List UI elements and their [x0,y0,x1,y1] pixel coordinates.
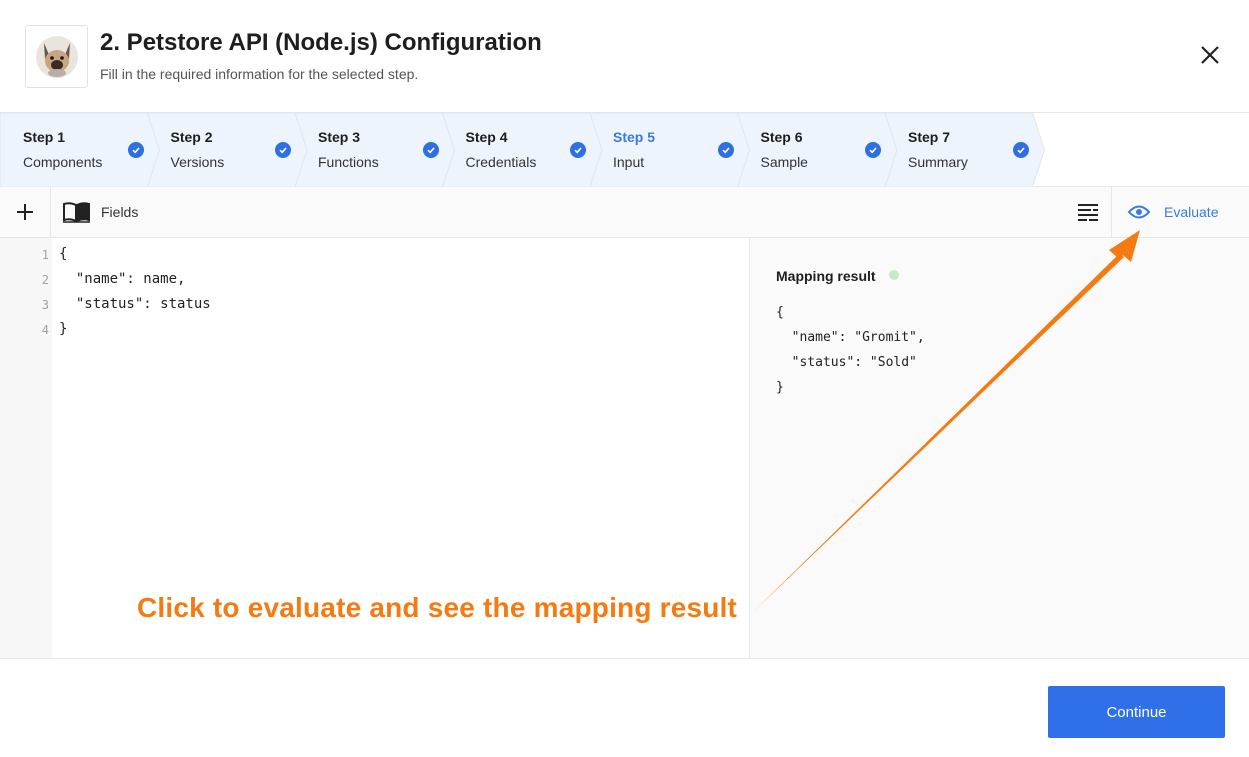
step-name: Versions [170,154,225,170]
step-number: Step 2 [170,129,213,145]
step-1[interactable]: Step 1 Components [0,113,147,187]
step-name: Summary [908,154,968,170]
line-number-gutter: 1 2 3 4 [0,238,52,658]
step-number: Step 3 [318,129,361,145]
line-number: 1 [41,248,49,262]
close-icon[interactable] [1196,41,1224,69]
annotation-text: Click to evaluate and see the mapping re… [137,592,738,623]
line-number: 4 [41,323,49,337]
step-7[interactable]: Step 7 Summary [885,113,1032,187]
evaluate-label: Evaluate [1164,204,1219,220]
code-line[interactable]: "status": status [59,296,211,312]
code-line[interactable]: } [59,321,67,337]
dialog-footer: Continue [0,658,1249,757]
continue-button[interactable]: Continue [1048,686,1225,738]
step-name: Sample [760,154,808,170]
line-number: 3 [41,298,49,312]
result-line: } [776,380,784,395]
mapping-result-panel: Mapping result { "name": "Gromit", "stat… [751,238,1249,658]
code-line[interactable]: "name": name, [59,271,186,287]
code-line[interactable]: { [59,246,67,262]
format-button[interactable] [1064,187,1112,237]
line-number: 2 [41,273,49,287]
check-icon [717,142,734,158]
plus-icon [17,204,33,220]
add-button[interactable] [0,187,51,237]
step-number: Step 4 [465,129,508,145]
check-icon [865,142,881,158]
step-6[interactable]: Step 6 Sample [738,113,885,187]
step-5[interactable]: Step 5 Input [590,113,737,187]
step-name: Credentials [465,154,537,170]
stepper: Step 1 Components Step 2 Versions Step 3 Func… [0,113,1249,187]
check-icon [275,142,291,158]
result-line: { [776,305,784,320]
check-icon [570,142,586,158]
fields-button[interactable]: Fields [62,187,138,237]
result-line: "name": "Gromit", [776,330,925,345]
status-dot [889,270,899,280]
step-2[interactable]: Step 2 Versions [148,113,295,187]
editor-toolbar: Fields Evaluate [0,187,1249,238]
dialog-header: 2. Petstore API (Node.js) Configuration … [0,0,1249,113]
step-number: Step 1 [23,129,66,145]
step-3[interactable]: Step 3 Functions [295,113,442,187]
step-number: Step 6 [760,129,803,145]
book-icon [63,202,90,223]
step-number: Step 5 [613,129,656,145]
step-name: Input [613,154,645,170]
page-subtitle: Fill in the required information for the… [100,66,419,82]
step-4[interactable]: Step 4 Credentials [443,113,590,187]
app-avatar [25,25,88,88]
dog-logo-icon [35,35,78,78]
step-name: Functions [318,154,379,170]
check-icon [1012,142,1029,158]
step-number: Step 7 [908,129,951,145]
format-icon [1077,204,1098,221]
check-icon [127,142,144,158]
eye-icon [1128,205,1150,219]
fields-label: Fields [101,204,139,220]
mapping-result-title: Mapping result [776,268,876,284]
evaluate-button[interactable]: Evaluate [1128,187,1218,237]
check-icon [422,142,439,158]
step-name: Components [23,154,103,170]
page-title: 2. Petstore API (Node.js) Configuration [100,29,542,56]
result-line: "status": "Sold" [776,355,917,370]
